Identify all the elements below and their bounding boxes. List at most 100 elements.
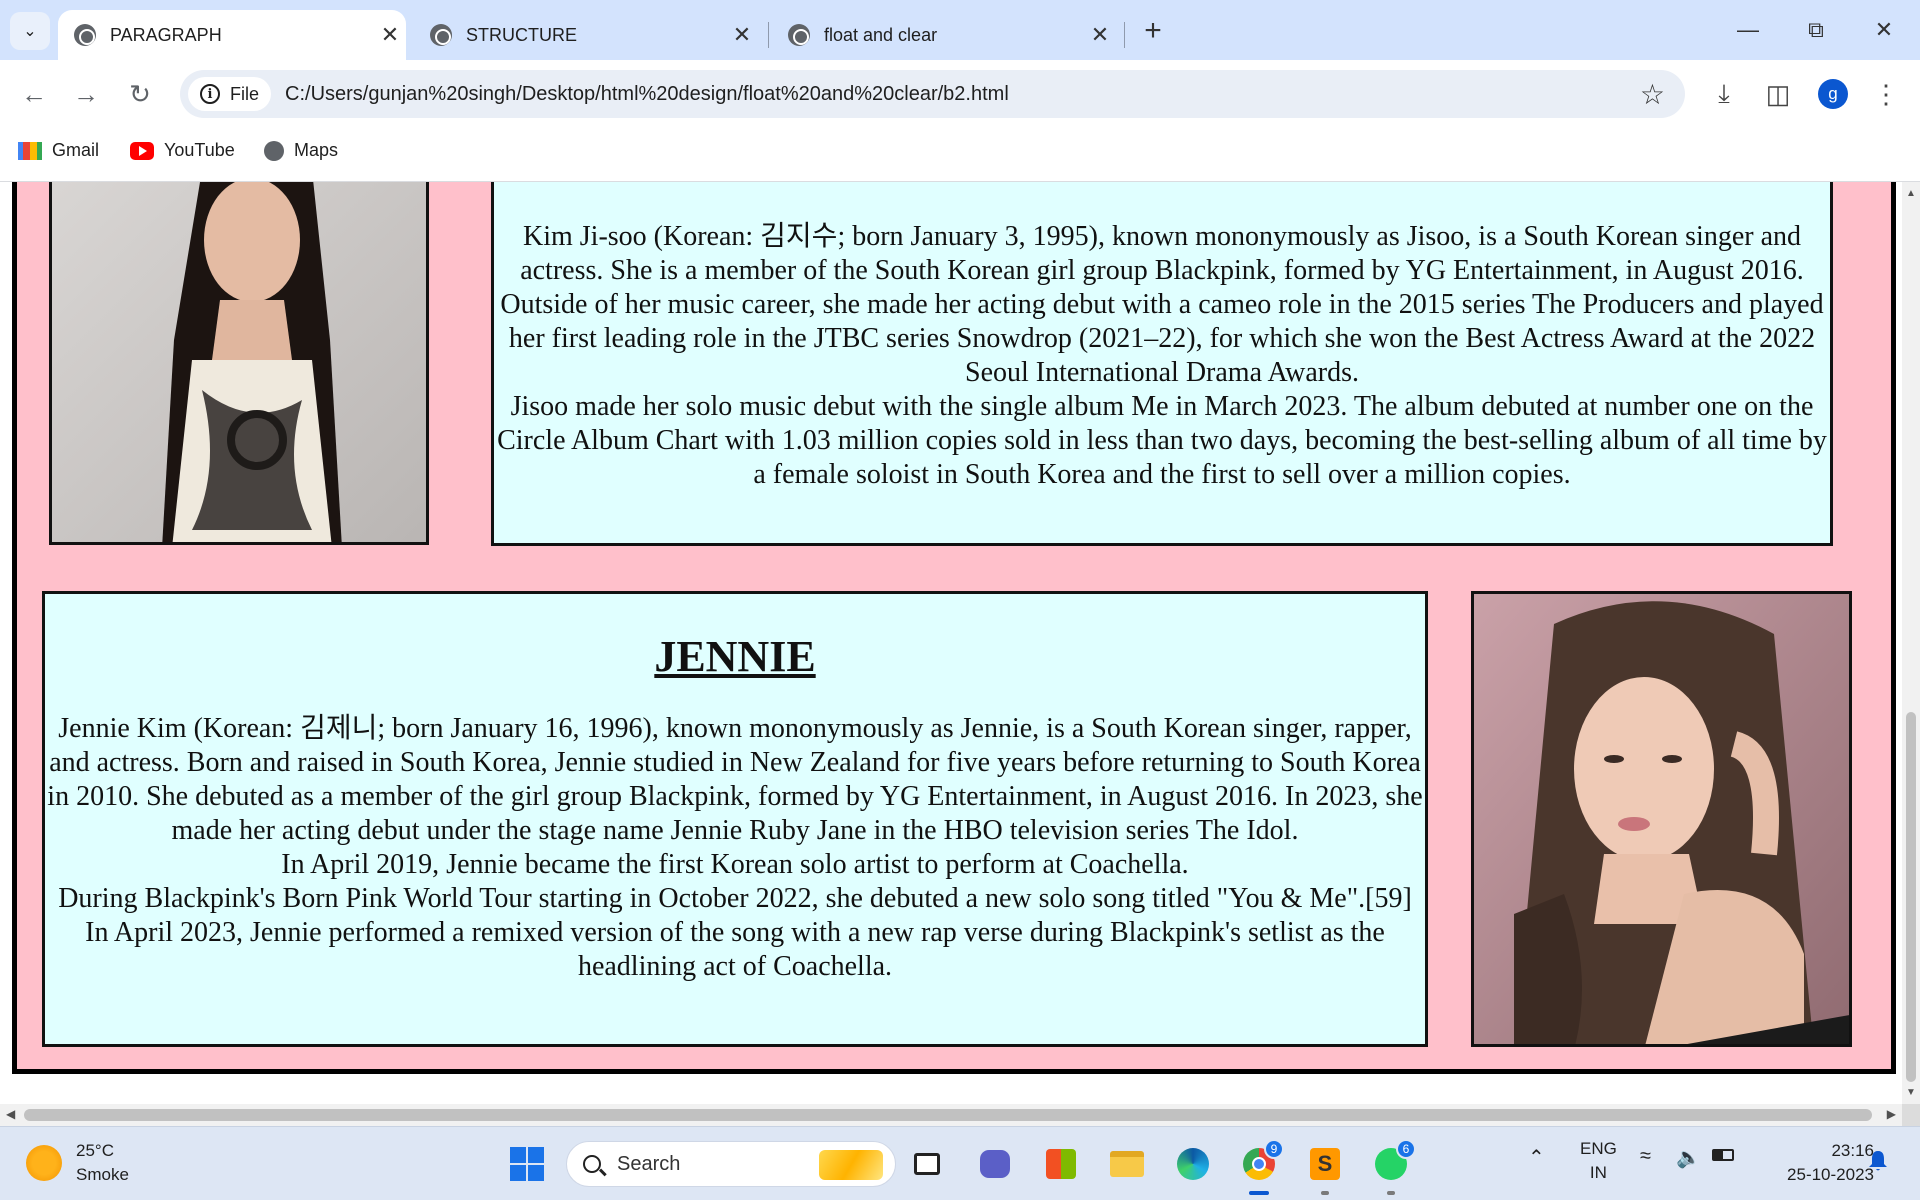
- scroll-thumb[interactable]: [24, 1109, 1872, 1121]
- close-icon[interactable]: ✕: [1084, 22, 1116, 48]
- language-line2: IN: [1589, 1163, 1607, 1182]
- bookmark-gmail[interactable]: Gmail: [18, 140, 99, 161]
- scroll-right-icon[interactable]: ▶: [1887, 1107, 1896, 1121]
- search-placeholder: Search: [617, 1152, 681, 1175]
- weather-condition: Smoke: [76, 1165, 129, 1184]
- scroll-down-icon[interactable]: ▼: [1906, 1087, 1916, 1098]
- more-menu-icon[interactable]: ⋮: [1866, 74, 1906, 114]
- jennie-paragraph-2: In April 2019, Jennie became the first K…: [281, 849, 1189, 880]
- gmail-icon: [18, 141, 42, 160]
- bookmark-label: Maps: [294, 140, 339, 160]
- bookmark-youtube[interactable]: YouTube: [130, 140, 235, 161]
- file-explorer-button[interactable]: [1104, 1141, 1150, 1187]
- tab-paragraph[interactable]: PARAGRAPH ✕: [58, 10, 406, 60]
- tab-float-and-clear[interactable]: float and clear ✕: [772, 10, 1116, 60]
- tab-separator: [768, 22, 769, 48]
- back-button[interactable]: ←: [14, 74, 54, 114]
- weather-temp: 25°C: [76, 1141, 114, 1160]
- horizontal-scrollbar[interactable]: ◀ ▶: [0, 1104, 1902, 1126]
- whatsapp-badge: 6: [1396, 1139, 1416, 1159]
- globe-icon: [430, 24, 452, 46]
- chrome-button[interactable]: 9: [1236, 1139, 1284, 1195]
- language-line1: ENG: [1580, 1139, 1617, 1158]
- wifi-icon[interactable]: ≈: [1640, 1145, 1651, 1168]
- vertical-scrollbar[interactable]: ▲ ▼: [1902, 182, 1920, 1104]
- globe-icon: [74, 24, 96, 46]
- jisoo-card: Kim Ji-soo (Korean: 김지수; born January 3,…: [491, 182, 1833, 546]
- web-content: Kim Ji-soo (Korean: 김지수; born January 3,…: [0, 182, 1902, 1104]
- running-indicator: [1387, 1191, 1395, 1195]
- page-container: Kim Ji-soo (Korean: 김지수; born January 3,…: [12, 182, 1896, 1074]
- new-tab-button[interactable]: +: [1136, 14, 1170, 48]
- edge-button[interactable]: [1170, 1141, 1216, 1187]
- scroll-up-icon[interactable]: ▲: [1906, 188, 1916, 199]
- jisoo-paragraph-2: Jisoo made her solo music debut with the…: [497, 391, 1827, 490]
- jennie-card: JENNIE Jennie Kim (Korean: 김제니; born Jan…: [42, 591, 1428, 1047]
- teams-button[interactable]: [972, 1141, 1018, 1187]
- running-indicator: [1321, 1191, 1329, 1195]
- start-button[interactable]: [504, 1141, 550, 1187]
- sublime-text-icon: S: [1310, 1148, 1340, 1180]
- system-clock[interactable]: 23:16 25-10-2023: [1762, 1139, 1874, 1187]
- bookmark-label: Gmail: [52, 140, 100, 160]
- store-icon: [1046, 1149, 1076, 1179]
- close-window-button[interactable]: ✕: [1856, 8, 1912, 52]
- clock-time: 23:16: [1831, 1141, 1874, 1160]
- jisoo-photo: [49, 182, 429, 545]
- scroll-thumb[interactable]: [1906, 712, 1916, 1082]
- download-icon[interactable]: ⤓: [1704, 74, 1744, 114]
- maps-icon: [264, 140, 284, 161]
- battery-icon[interactable]: [1712, 1149, 1734, 1161]
- whatsapp-button[interactable]: 6: [1368, 1139, 1416, 1195]
- jennie-photo: [1471, 591, 1852, 1047]
- bookmark-label: YouTube: [164, 140, 235, 160]
- task-view-icon: [914, 1153, 940, 1175]
- url-text[interactable]: C:/Users/gunjan%20singh/Desktop/html%20d…: [285, 83, 1009, 106]
- chevron-up-icon[interactable]: ⌃: [1528, 1145, 1545, 1170]
- task-view-button[interactable]: [904, 1141, 950, 1187]
- globe-icon: [788, 24, 810, 46]
- profile-avatar[interactable]: g: [1818, 79, 1848, 109]
- reload-button[interactable]: ↻: [120, 74, 160, 114]
- jennie-paragraph-3: During Blackpink's Born Pink World Tour …: [58, 883, 1412, 982]
- store-button[interactable]: [1038, 1141, 1084, 1187]
- tab-structure[interactable]: STRUCTURE ✕: [414, 10, 758, 60]
- language-indicator[interactable]: ENG IN: [1580, 1137, 1617, 1185]
- tab-strip: ⌄ PARAGRAPH ✕ STRUCTURE ✕ float and clea…: [0, 0, 1920, 60]
- volume-muted-icon[interactable]: 🔈: [1676, 1145, 1701, 1170]
- address-bar[interactable]: i File C:/Users/gunjan%20singh/Desktop/h…: [180, 70, 1685, 118]
- restore-button[interactable]: ⧉: [1788, 8, 1844, 52]
- search-icon: [583, 1155, 601, 1173]
- tab-title: STRUCTURE: [466, 24, 577, 45]
- weather-sun-icon: [26, 1145, 62, 1181]
- info-icon: i: [200, 84, 220, 104]
- tab-title: float and clear: [824, 24, 938, 45]
- weather-widget[interactable]: 25°C Smoke: [26, 1141, 129, 1185]
- side-panel-icon[interactable]: ◫: [1758, 74, 1798, 114]
- windows-icon: [510, 1147, 544, 1181]
- folder-icon: [1110, 1151, 1144, 1177]
- youtube-icon: [130, 141, 154, 160]
- site-info-button[interactable]: i File: [188, 77, 272, 111]
- tab-title: PARAGRAPH: [110, 24, 222, 45]
- edge-icon: [1177, 1148, 1209, 1180]
- running-indicator: [1249, 1191, 1269, 1195]
- scroll-left-icon[interactable]: ◀: [6, 1107, 15, 1121]
- close-icon[interactable]: ✕: [726, 22, 758, 48]
- tab-search-button[interactable]: ⌄: [10, 12, 50, 50]
- forward-button[interactable]: →: [66, 74, 106, 114]
- notification-bell-icon[interactable]: [1866, 1149, 1890, 1173]
- sublime-button[interactable]: S: [1302, 1141, 1348, 1195]
- chevron-down-icon: ⌄: [23, 23, 37, 40]
- minimize-button[interactable]: —: [1720, 8, 1776, 52]
- clock-date: 25-10-2023: [1787, 1165, 1874, 1184]
- jisoo-paragraph-1: Kim Ji-soo (Korean: 김지수; born January 3,…: [500, 221, 1824, 388]
- bookmark-maps[interactable]: Maps: [264, 140, 338, 161]
- close-icon[interactable]: ✕: [374, 22, 406, 48]
- search-highlight-image: [819, 1150, 883, 1180]
- chat-icon: [980, 1150, 1010, 1178]
- taskbar: 25°C Smoke Search 9 S 6 ⌃ ENG IN ≈ 🔈 23:…: [0, 1126, 1920, 1200]
- browser-toolbar: ← → ↻ i File C:/Users/gunjan%20singh/Des…: [0, 60, 1920, 128]
- taskbar-search[interactable]: Search: [566, 1141, 896, 1187]
- bookmark-star-icon[interactable]: ☆: [1640, 78, 1665, 111]
